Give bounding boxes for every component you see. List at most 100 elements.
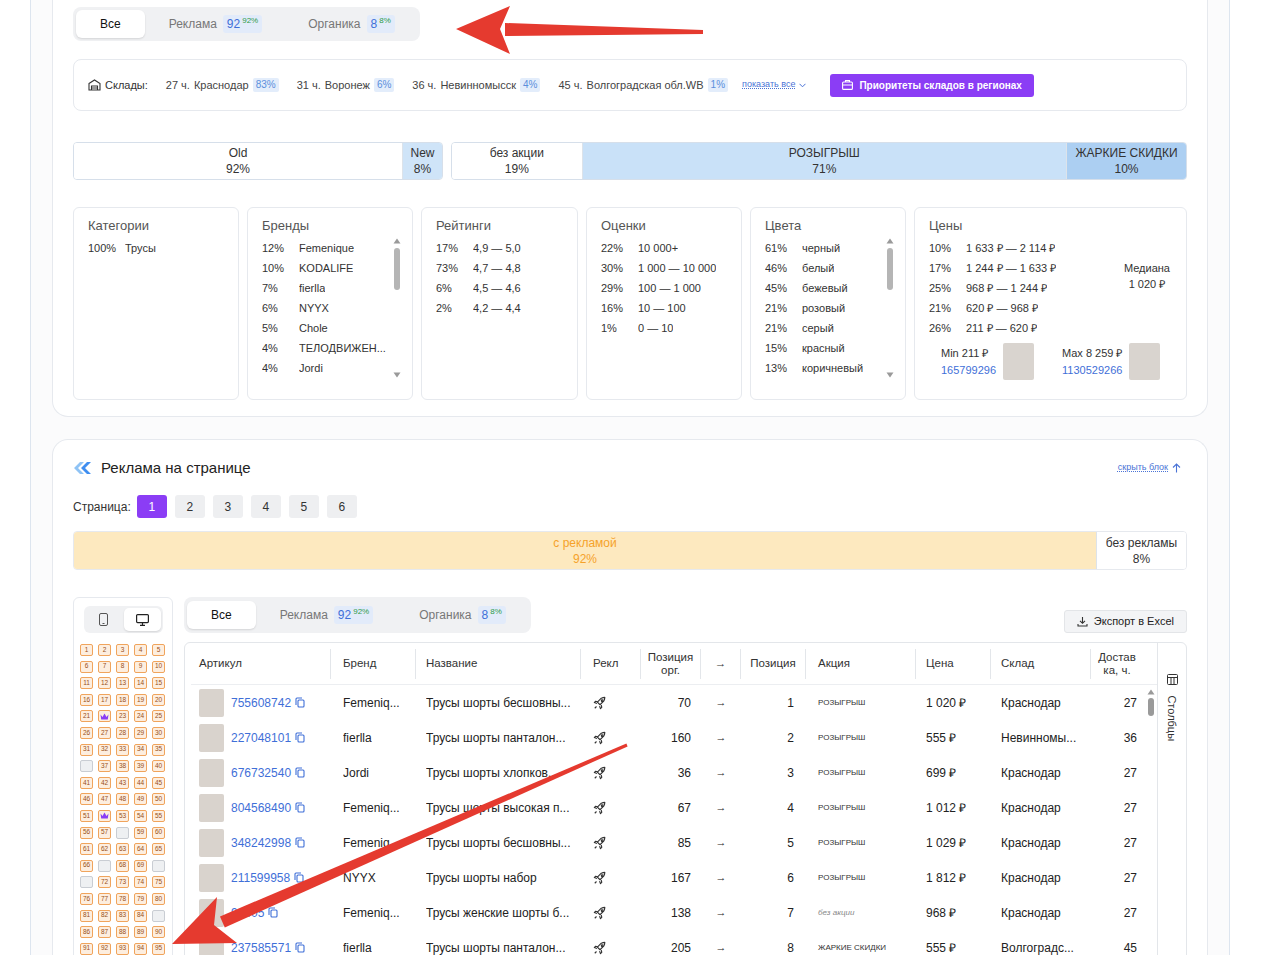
slot-number[interactable]: 83 (119, 912, 126, 919)
slot-cell[interactable]: 3 (116, 644, 129, 656)
table-row[interactable]: 348242998Femeniq...Трусы шорты бесшовны.… (191, 825, 1144, 860)
column-title[interactable]: Склад (1001, 657, 1034, 670)
slot-cell[interactable]: 84 (134, 910, 147, 922)
slot-number[interactable]: 61 (83, 846, 90, 853)
table-row[interactable]: 211599958NYYXТрусы шорты набор167→6РОЗЫГ… (191, 860, 1144, 895)
slot-number[interactable]: 44 (137, 780, 144, 787)
slot-cell[interactable]: 2 (98, 644, 111, 656)
page-button[interactable]: 6 (327, 495, 357, 518)
slot-cell[interactable]: 57 (98, 827, 111, 839)
slot-number[interactable]: 11 (83, 680, 90, 687)
scroll-thumb[interactable] (394, 248, 400, 290)
column-header[interactable]: Склад (991, 649, 1091, 679)
slot-number[interactable]: 76 (83, 896, 90, 903)
slot-cell[interactable]: 31 (80, 744, 93, 756)
slot-cell[interactable]: 5 (152, 644, 165, 656)
slot-number[interactable]: 90 (155, 929, 162, 936)
slot-number[interactable]: 79 (137, 896, 144, 903)
slot-number[interactable]: 19 (137, 697, 144, 704)
slot-number[interactable]: 6 (85, 663, 89, 670)
slot-number[interactable]: 68 (119, 862, 126, 869)
slot-cell[interactable]: 20 (152, 694, 165, 706)
slot-cell[interactable]: 83 (116, 910, 129, 922)
export-label[interactable]: Экспорт в Excel (1094, 613, 1174, 630)
tab[interactable]: Все (76, 10, 145, 38)
slot-number[interactable]: 23 (119, 713, 126, 720)
tab-label[interactable]: Все (211, 606, 232, 624)
slot-cell[interactable]: 80 (152, 893, 165, 905)
slot-cell[interactable]: 30 (152, 727, 165, 739)
tab[interactable]: Все (187, 601, 256, 629)
slot-cell[interactable]: 6 (80, 661, 93, 673)
slot-cell[interactable]: 24 (134, 710, 147, 722)
tab-label[interactable]: Все (100, 15, 121, 33)
tab-label[interactable]: Реклама (280, 606, 328, 624)
slot-number[interactable]: 24 (137, 713, 144, 720)
slot-cell[interactable]: 45 (152, 777, 165, 789)
tab[interactable]: Реклама9292% (147, 10, 285, 38)
slot-number[interactable]: 26 (83, 730, 90, 737)
slot-cell[interactable]: 82 (98, 910, 111, 922)
slot-number[interactable]: 82 (101, 912, 108, 919)
slot-cell[interactable] (152, 910, 165, 922)
slot-number[interactable]: 75 (155, 879, 162, 886)
tab-label[interactable]: Органика (308, 15, 360, 33)
column-header[interactable]: Акция (806, 649, 916, 679)
slot-number[interactable]: 69 (137, 862, 144, 869)
slot-cell[interactable]: 15 (152, 677, 165, 689)
slot-cell[interactable]: 79 (134, 893, 147, 905)
slot-cell[interactable]: 55 (152, 810, 165, 822)
slot-cell[interactable]: 16 (80, 694, 93, 706)
slot-cell[interactable]: 65 (152, 843, 165, 855)
slot-number[interactable]: 29 (137, 730, 144, 737)
slot-number[interactable]: 31 (83, 746, 90, 753)
column-title[interactable]: Позиция (750, 657, 795, 670)
table-row[interactable]: 237585571fierllaТрусы шорты панталон...2… (191, 930, 1144, 955)
slot-number[interactable]: 34 (137, 746, 144, 753)
hide-block-text[interactable]: скрыть блок (1118, 461, 1168, 475)
min-article[interactable]: 165799296 (941, 362, 996, 379)
max-article[interactable]: 1130529266 (1062, 362, 1122, 379)
slot-cell[interactable] (80, 760, 93, 772)
slot-cell[interactable]: 12 (98, 677, 111, 689)
article-link[interactable]: 237585571 (231, 939, 291, 955)
column-header[interactable]: Позиция (741, 649, 806, 679)
slot-number[interactable]: 88 (119, 929, 126, 936)
tab[interactable]: Органика88% (397, 601, 528, 629)
slot-number[interactable]: 4 (139, 647, 143, 654)
slot-cell[interactable] (98, 860, 111, 872)
scroll-thumb[interactable] (1148, 698, 1154, 716)
slot-cell[interactable] (116, 827, 129, 839)
slot-cell[interactable] (98, 810, 111, 822)
slot-cell[interactable]: 7 (98, 661, 111, 673)
slot-number[interactable]: 2 (103, 647, 107, 654)
slot-cell[interactable]: 75 (152, 876, 165, 888)
article-link[interactable]: 211599958 (231, 869, 290, 887)
slot-cell[interactable]: 49 (134, 793, 147, 805)
slot-cell[interactable]: 95 (152, 943, 165, 955)
slot-cell[interactable]: 73 (116, 876, 129, 888)
slot-number[interactable]: 43 (119, 780, 126, 787)
slot-cell[interactable]: 59 (134, 827, 147, 839)
slot-number[interactable]: 74 (137, 879, 144, 886)
slot-cell[interactable]: 91 (80, 943, 93, 955)
column-title[interactable]: Бренд (343, 657, 376, 670)
slot-number[interactable]: 55 (155, 813, 162, 820)
slot-cell[interactable]: 27 (98, 727, 111, 739)
slot-cell[interactable]: 29 (134, 727, 147, 739)
slot-number[interactable]: 95 (155, 945, 162, 952)
article-link[interactable]: 755608742 (231, 694, 291, 712)
slot-number[interactable]: 3 (121, 647, 125, 654)
priority-button[interactable]: Приоритеты складов в регионах (830, 74, 1034, 97)
column-title[interactable]: Позиция орг. (647, 651, 694, 677)
page-button[interactable]: 2 (175, 495, 205, 518)
article-link[interactable]: 348242998 (231, 834, 291, 852)
slot-number[interactable]: 15 (155, 680, 162, 687)
slot-cell[interactable]: 81 (80, 910, 93, 922)
slot-number[interactable]: 21 (83, 713, 90, 720)
list-scrollbar[interactable] (885, 238, 895, 378)
slot-cell[interactable]: 14 (134, 677, 147, 689)
column-header[interactable]: Доставка, ч. (1091, 649, 1143, 679)
slot-number[interactable]: 38 (119, 763, 126, 770)
device-button[interactable] (86, 608, 123, 631)
